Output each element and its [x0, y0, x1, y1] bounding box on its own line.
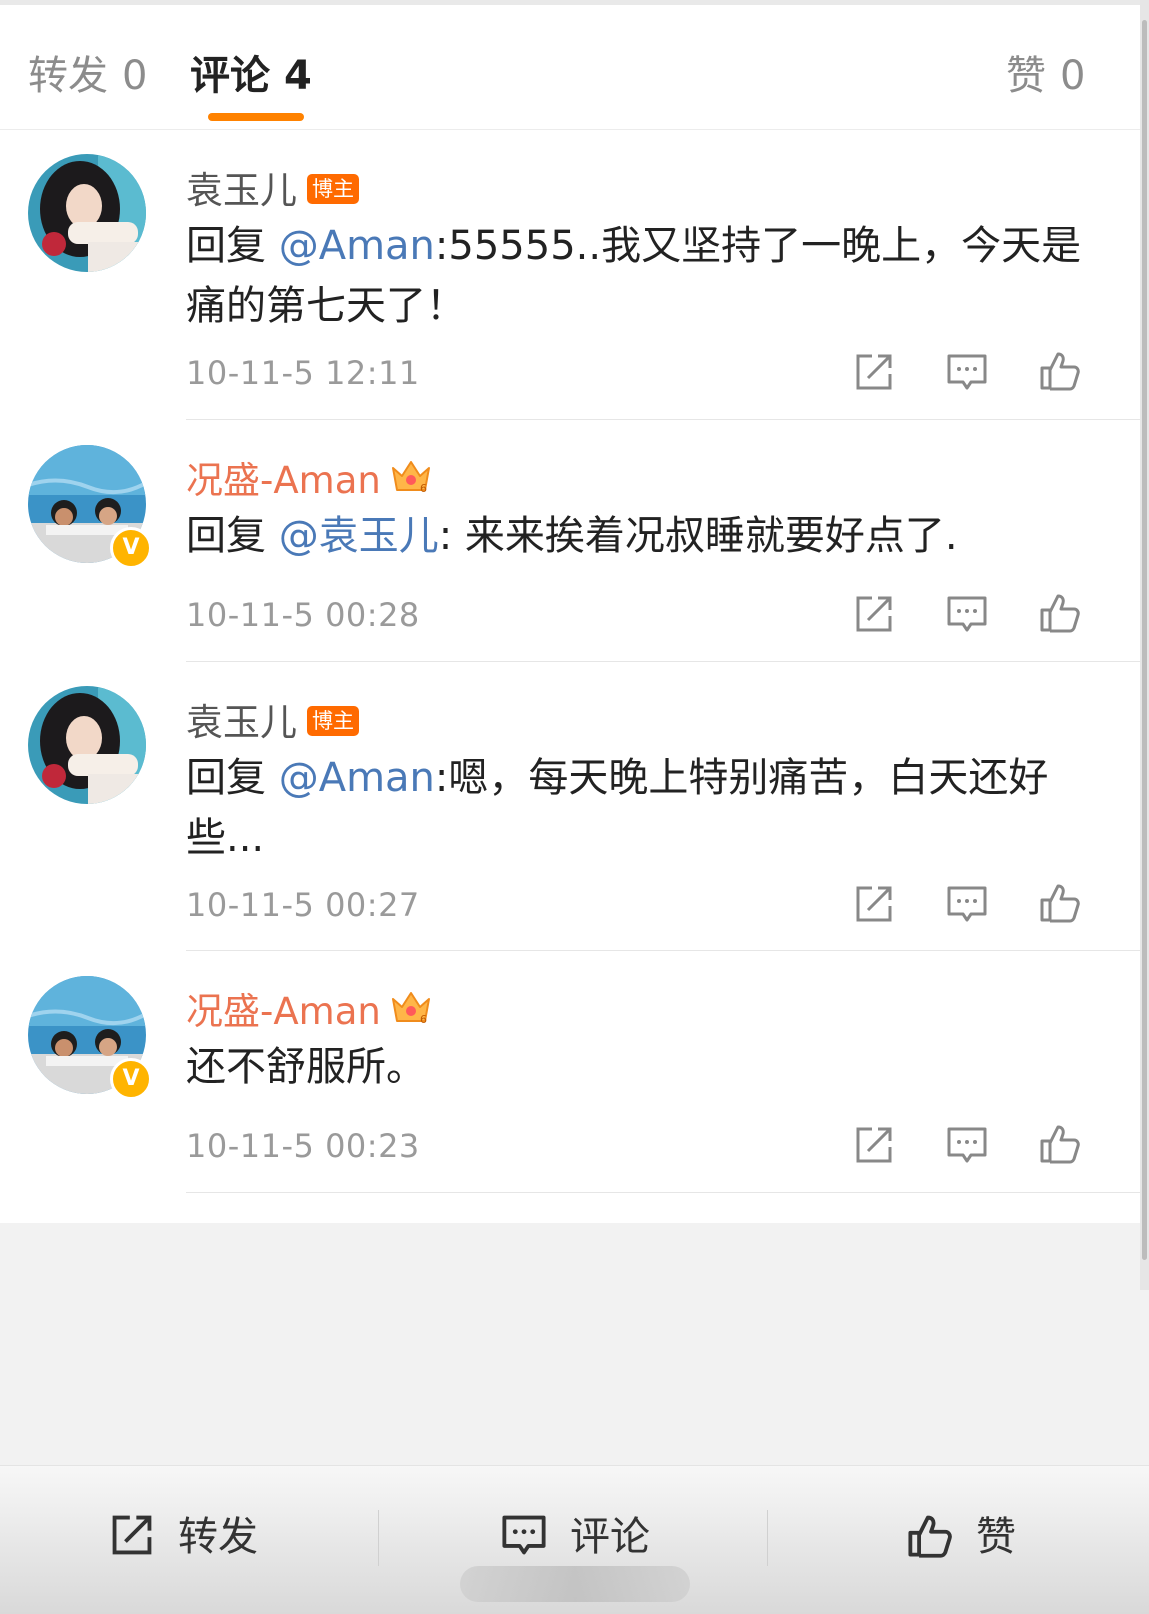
- verified-badge-icon: V: [110, 527, 152, 569]
- comment-text: 回复 @Aman:嗯，每天晚上特别痛苦，白天还好些...: [186, 748, 1116, 868]
- bottom-action-bar: 转发 评论 赞: [0, 1465, 1149, 1614]
- comment-icon[interactable]: [945, 350, 989, 394]
- separator: [378, 1510, 379, 1566]
- tab-likes-count: 0: [1060, 53, 1086, 99]
- author-name[interactable]: 袁玉儿: [186, 701, 297, 744]
- repost-label: 转发: [178, 1514, 258, 1560]
- tab-comments-label: 评论: [190, 53, 270, 99]
- author-row: 袁玉儿 博主: [186, 692, 359, 746]
- avatar[interactable]: [28, 686, 146, 804]
- comment-time: 10-11-5 00:23: [186, 1127, 420, 1165]
- comment-body: : 来来挨着况叔睡就要好点了.: [438, 513, 958, 559]
- tab-likes[interactable]: 赞0: [1006, 43, 1085, 101]
- author-name[interactable]: 况盛-Aman: [186, 990, 381, 1033]
- blurred-watermark: [460, 1566, 690, 1602]
- avatar[interactable]: V: [28, 976, 152, 1100]
- repost-icon[interactable]: [852, 1123, 896, 1167]
- like-icon[interactable]: [1038, 590, 1082, 634]
- author-name[interactable]: 况盛-Aman: [186, 459, 381, 502]
- comment-time: 10-11-5 12:11: [186, 354, 420, 392]
- comment-text: 回复 @袁玉儿: 来来挨着况叔睡就要好点了.: [186, 506, 1116, 566]
- repost-button[interactable]: 转发: [108, 1504, 258, 1564]
- tab-repost-label: 转发: [28, 53, 108, 99]
- comment-icon[interactable]: [945, 882, 989, 926]
- svg-text:6: 6: [420, 1013, 427, 1025]
- host-badge: 博主: [307, 705, 359, 736]
- reply-prefix: 回复: [186, 755, 279, 801]
- svg-text:6: 6: [420, 482, 427, 494]
- like-icon: [908, 1515, 952, 1558]
- scrollbar[interactable]: [1140, 0, 1149, 1290]
- like-label: 赞: [976, 1514, 1016, 1560]
- comment-time: 10-11-5 00:28: [186, 596, 420, 634]
- reply-prefix: 回复: [186, 513, 279, 559]
- like-icon[interactable]: [1038, 1121, 1082, 1165]
- comment-item: V 况盛-Aman 6 还不舒服所。 10-11-5 00:23: [0, 951, 1140, 1193]
- mention-link[interactable]: @袁玉儿: [279, 513, 439, 559]
- author-row: 况盛-Aman 6: [186, 450, 433, 504]
- host-badge: 博主: [307, 173, 359, 204]
- like-button[interactable]: 赞: [906, 1504, 1016, 1564]
- comments-panel: 转发 0 评论 4 赞0 袁玉儿 博主 回复 @Aman:55555..我又坚持…: [0, 5, 1140, 1223]
- repost-icon[interactable]: [852, 350, 896, 394]
- avatar[interactable]: [28, 154, 146, 272]
- active-tab-indicator: [208, 113, 304, 121]
- tab-comments-count: 4: [284, 53, 312, 99]
- comment-icon[interactable]: [945, 1123, 989, 1167]
- tab-comments[interactable]: 评论 4: [190, 43, 312, 101]
- comment-icon[interactable]: [945, 592, 989, 636]
- comment-button[interactable]: 评论: [500, 1504, 650, 1564]
- mention-link[interactable]: @Aman: [279, 223, 435, 269]
- avatar[interactable]: V: [28, 445, 152, 569]
- divider: [186, 1192, 1140, 1193]
- tab-likes-label: 赞: [1006, 53, 1046, 99]
- scrollbar-thumb[interactable]: [1142, 20, 1147, 1260]
- author-name[interactable]: 袁玉儿: [186, 169, 297, 212]
- avatar-image: [28, 686, 146, 804]
- verified-badge-icon: V: [110, 1058, 152, 1100]
- mention-link[interactable]: @Aman: [279, 755, 435, 801]
- like-icon[interactable]: [1038, 880, 1082, 924]
- comment-item: V 况盛-Aman 6 回复 @袁玉儿: 来来挨着况叔睡就要好点了. 10-11…: [0, 420, 1140, 662]
- separator: [767, 1510, 768, 1566]
- tab-repost[interactable]: 转发 0: [28, 43, 147, 101]
- author-row: 袁玉儿 博主: [186, 160, 359, 214]
- comment-item: 袁玉儿 博主 回复 @Aman:55555..我又坚持了一晚上，今天是痛的第七天了…: [0, 130, 1140, 420]
- tab-repost-count: 0: [122, 53, 148, 99]
- vip-crown-icon: 6: [389, 985, 433, 1034]
- comment-text: 还不舒服所。: [186, 1044, 426, 1090]
- repost-icon[interactable]: [852, 592, 896, 636]
- comment-icon: [502, 1515, 546, 1555]
- avatar-image: [28, 154, 146, 272]
- repost-icon[interactable]: [852, 882, 896, 926]
- comment-item: 袁玉儿 博主 回复 @Aman:嗯，每天晚上特别痛苦，白天还好些... 10-11…: [0, 662, 1140, 951]
- comment-label: 评论: [570, 1514, 650, 1560]
- author-row: 况盛-Aman 6: [186, 981, 433, 1035]
- reply-prefix: 回复: [186, 223, 279, 269]
- tab-bar: 转发 0 评论 4 赞0: [0, 5, 1140, 130]
- like-icon[interactable]: [1038, 348, 1082, 392]
- repost-icon: [112, 1515, 152, 1555]
- vip-crown-icon: 6: [389, 454, 433, 503]
- comment-time: 10-11-5 00:27: [186, 886, 420, 924]
- comment-text: 回复 @Aman:55555..我又坚持了一晚上，今天是痛的第七天了！: [186, 216, 1116, 336]
